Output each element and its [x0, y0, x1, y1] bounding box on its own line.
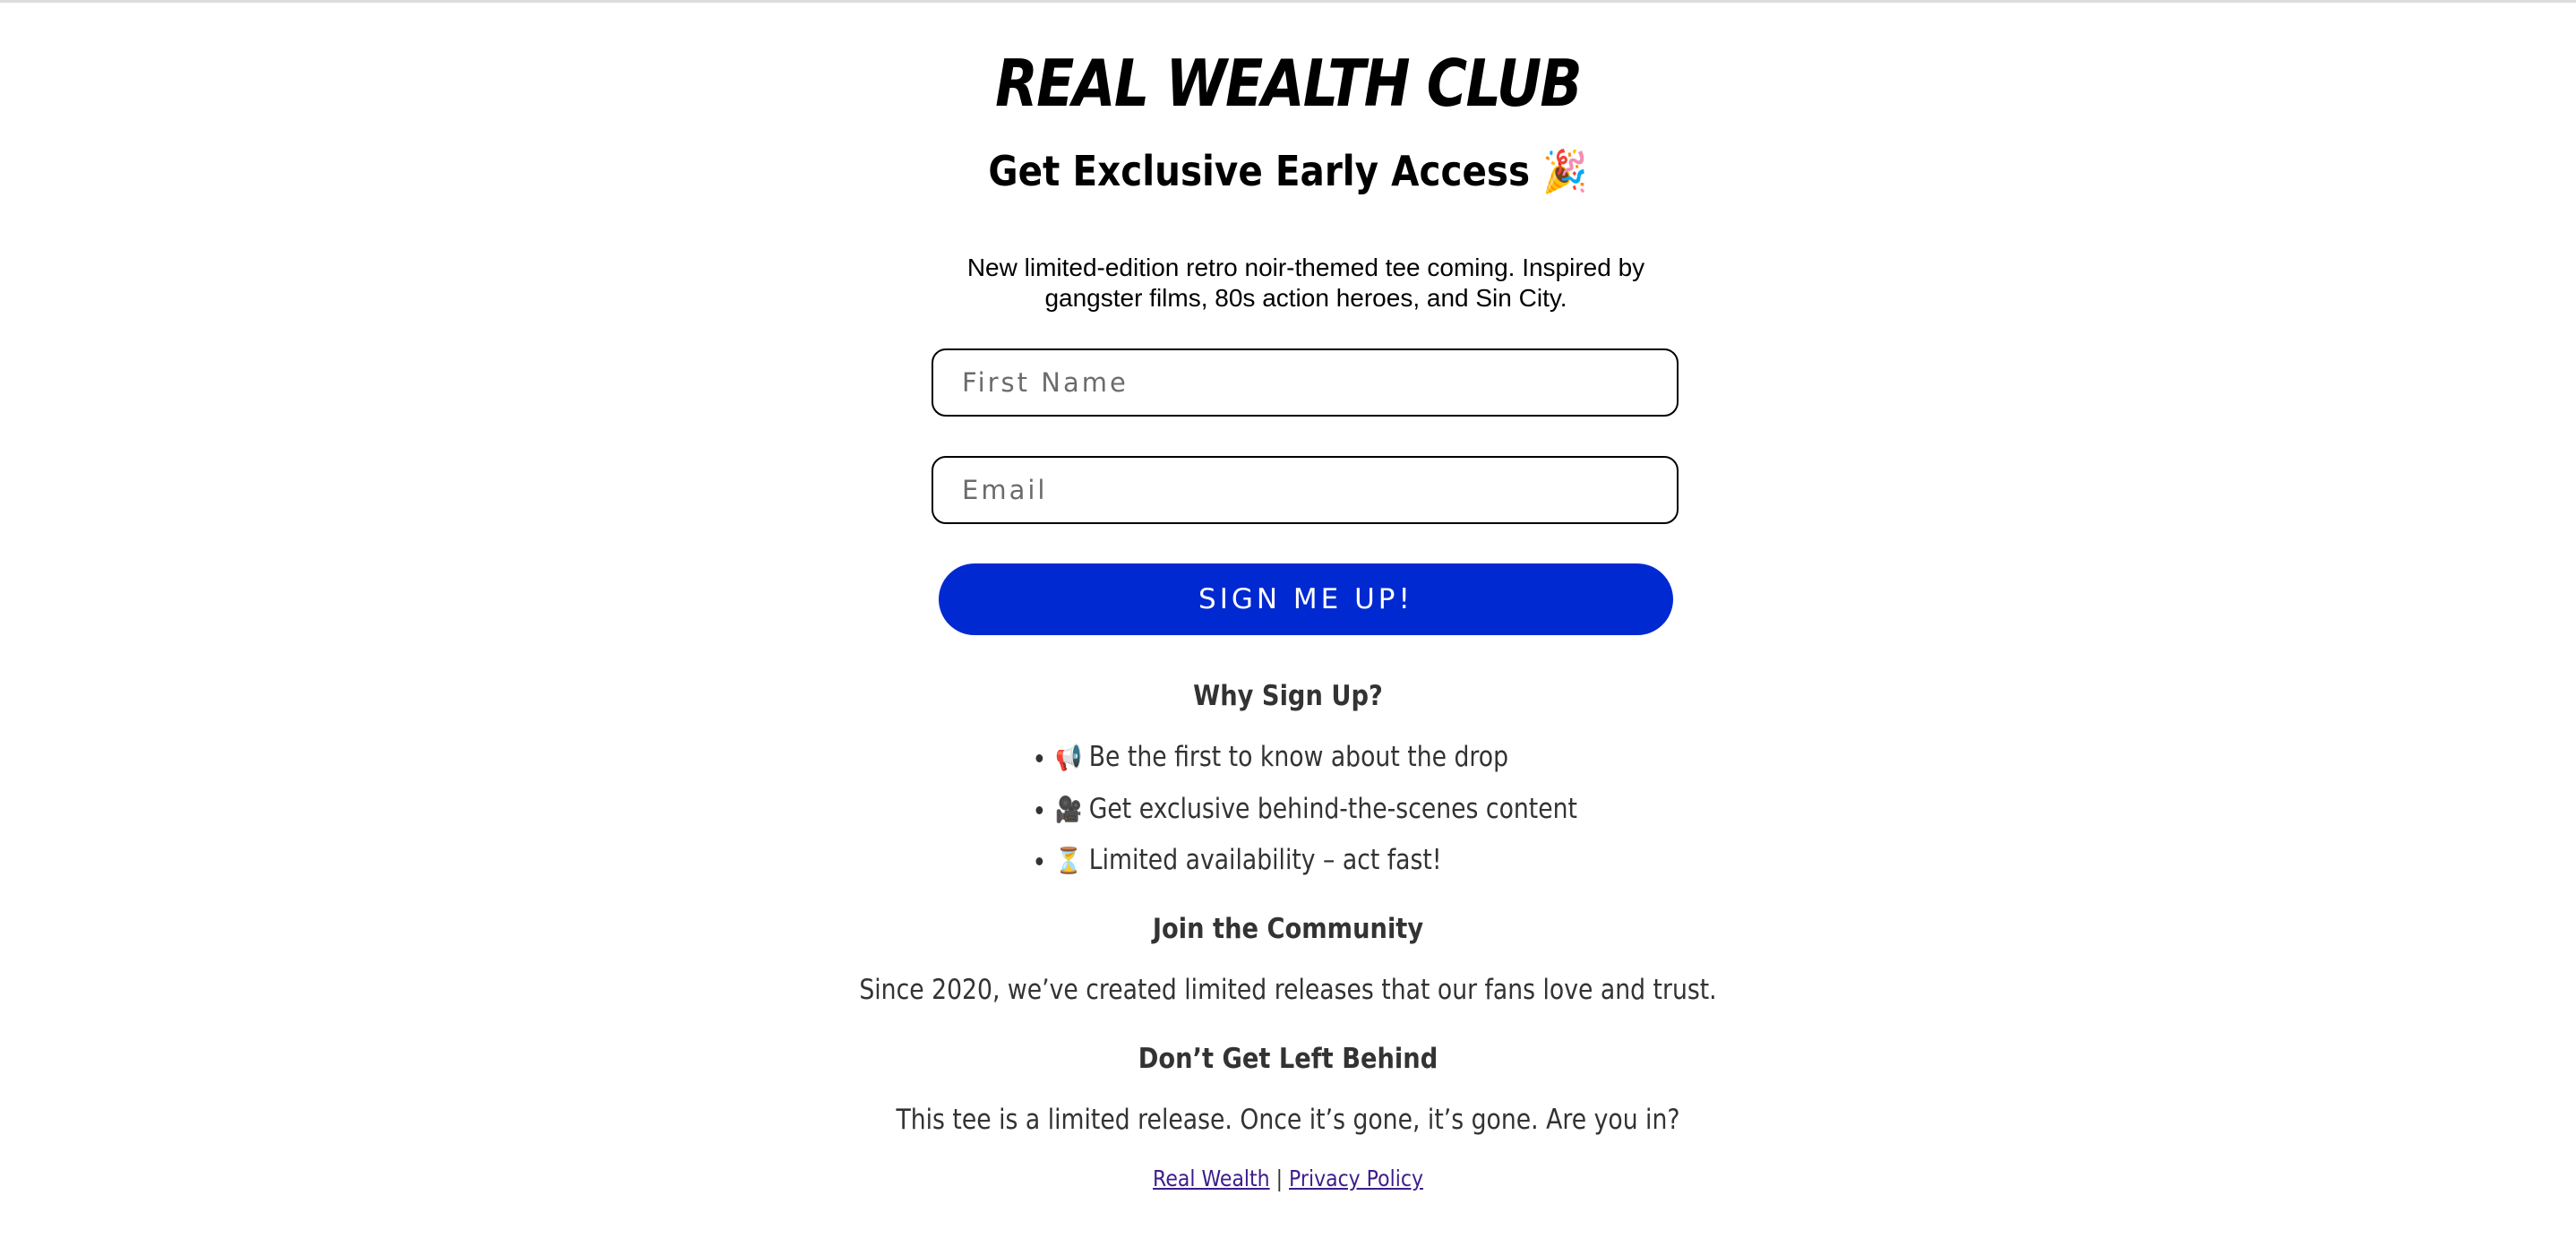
hourglass-icon: ⏳ — [1055, 846, 1082, 875]
benefit-text: Get exclusive behind-the-scenes content — [1088, 792, 1577, 825]
top-divider — [0, 0, 2576, 3]
privacy-policy-link[interactable]: Privacy Policy — [1289, 1165, 1423, 1191]
sign-me-up-button[interactable]: SIGN ME UP! — [939, 563, 1673, 635]
why-sign-up-heading: Why Sign Up? — [1193, 680, 1383, 712]
footer-links: Real Wealth | Privacy Policy — [155, 1163, 2422, 1195]
list-item: 📢 Be the first to know about the drop — [1055, 736, 1577, 788]
benefits-list: 📢 Be the first to know about the drop 🎥 … — [1030, 736, 1662, 891]
community-heading: Join the Community — [1152, 913, 1424, 945]
community-text: Since 2020, we’ve created limited releas… — [859, 974, 1717, 1006]
brand-title: REAL WEALTH CLUB — [995, 46, 1582, 121]
movie-camera-icon: 🎥 — [1055, 794, 1082, 824]
intro-text: New limited-edition retro noir-themed te… — [966, 254, 1645, 312]
footer-separator: | — [1275, 1165, 1284, 1191]
megaphone-icon: 📢 — [1055, 743, 1082, 772]
real-wealth-link[interactable]: Real Wealth — [1153, 1165, 1270, 1191]
list-item: ⏳ Limited availability – act fast! — [1055, 839, 1577, 891]
benefit-text: Be the first to know about the drop — [1088, 741, 1509, 773]
first-name-input[interactable] — [932, 348, 1679, 417]
urgency-text: This tee is a limited release. Once it’s… — [896, 1104, 1680, 1136]
list-item: 🎥 Get exclusive behind-the-scenes conten… — [1055, 788, 1577, 840]
email-input[interactable] — [932, 456, 1679, 524]
page-headline: Get Exclusive Early Access 🎉 — [988, 147, 1588, 195]
urgency-heading: Don’t Get Left Behind — [1138, 1043, 1438, 1075]
benefit-text: Limited availability – act fast! — [1088, 844, 1442, 876]
